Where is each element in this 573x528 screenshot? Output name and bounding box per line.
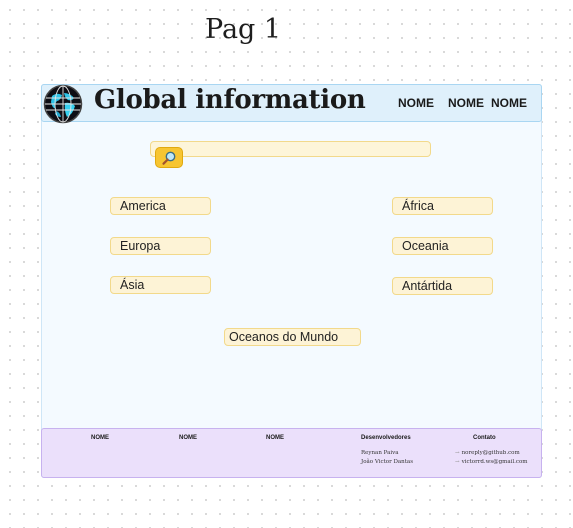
- search-button[interactable]: [155, 147, 183, 168]
- page-label: Pag 1: [205, 14, 282, 45]
- footer-contact-heading: Contato: [473, 435, 496, 441]
- magnifier-icon: [162, 151, 176, 165]
- continent-africa-button[interactable]: África: [392, 197, 493, 215]
- footer-contact-1-text: noreply@github.com: [461, 450, 520, 456]
- footer-link-1[interactable]: NOME: [91, 435, 109, 441]
- continent-oceania-button[interactable]: Oceania: [392, 237, 493, 255]
- footer-link-2[interactable]: NOME: [179, 435, 197, 441]
- footer-dev-1: Reynan Paiva: [361, 450, 399, 456]
- globe-logo-icon[interactable]: [43, 84, 83, 124]
- mail-arrow-icon: →: [455, 459, 460, 465]
- oceans-button[interactable]: Oceanos do Mundo: [224, 328, 361, 346]
- nav-link-1[interactable]: NOME: [398, 96, 434, 110]
- footer-contact-2-text: victorrd.ws@gmail.com: [461, 459, 528, 465]
- nav-link-2[interactable]: NOME: [448, 96, 484, 110]
- site-title: Global information: [94, 85, 366, 115]
- continent-antartida-button[interactable]: Antártida: [392, 277, 493, 295]
- footer-dev-heading: Desenvolvedores: [361, 435, 411, 441]
- mail-arrow-icon: →: [455, 450, 460, 456]
- nav-link-3[interactable]: NOME: [491, 96, 527, 110]
- continent-europa-button[interactable]: Europa: [110, 237, 211, 255]
- search-input[interactable]: [150, 141, 431, 157]
- footer-link-3[interactable]: NOME: [266, 435, 284, 441]
- continent-asia-button[interactable]: Ásia: [110, 276, 211, 294]
- footer-dev-2: João Victor Dantas: [361, 459, 414, 465]
- continent-america-button[interactable]: America: [110, 197, 211, 215]
- footer-contact-2[interactable]: → victorrd.ws@gmail.com: [455, 459, 528, 465]
- footer-contact-1[interactable]: → noreply@github.com: [455, 450, 520, 456]
